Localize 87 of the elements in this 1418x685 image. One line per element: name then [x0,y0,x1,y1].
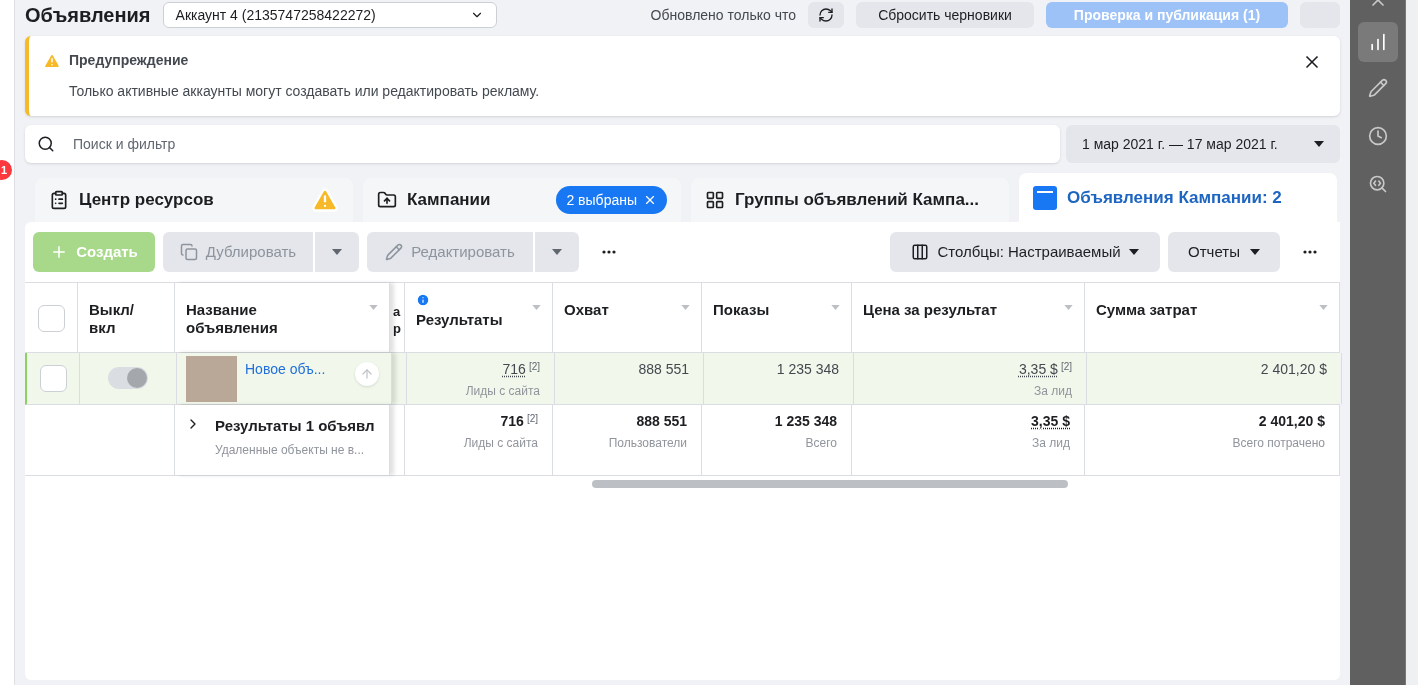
metric-value: 3,35 $ [1018,360,1058,379]
ad-name-link[interactable]: Новое объ... [245,356,326,380]
checkbox[interactable] [39,365,67,392]
search-bar[interactable]: Поиск и фильтр [25,125,1060,163]
tab[interactable]: Группы объявлений Кампа... [691,178,1009,222]
clipboard-icon [49,190,69,210]
sort-caret-icon [681,305,690,310]
ad-row[interactable]: Новое объ... 716 [2] Лиды с сайта 888 551 1 235 348 3,35 $ [2] За лид 2 401,20 $ [25,353,1340,405]
sort-caret-icon [1064,305,1073,310]
footnote-mark: [2] [1060,360,1072,374]
boost-button[interactable] [355,362,379,386]
columns-icon [911,243,930,261]
column-header[interactable]: Показы [713,299,770,319]
caret-icon [552,249,562,255]
metric-label: Пользователи [608,435,687,452]
columns-dropdown[interactable]: Столбцы: Настраиваемый [890,232,1160,272]
photo-placeholder [186,356,237,402]
edit-menu-button[interactable] [535,232,579,272]
search-chart-icon[interactable] [1367,174,1388,194]
metric-value: 716 [500,412,524,431]
metric-value: 716 [502,360,526,379]
search-field[interactable]: Поиск и фильтр [73,133,1048,155]
alert-message: Только активные аккаунты могут создавать или редактировать рекламу. [69,82,541,101]
column-header: а р [392,303,401,337]
tab-label: Группы объявлений Кампа... [735,189,979,212]
page-title: Объявления [25,3,151,28]
tab-label: Объявления Кампании: 2 [1067,186,1282,209]
summary-title: Результаты 1 объявл [215,416,375,436]
sort-caret-icon [369,305,378,310]
sort-caret-icon [831,305,840,310]
summary-subtitle: Удаленные объекты не в... [215,441,366,459]
column-header[interactable]: Охват [564,299,609,319]
save-status: Обновлено только что [650,5,796,25]
refresh-icon [818,7,834,23]
tab-label: Кампании [407,189,491,212]
checkbox[interactable] [37,305,65,332]
alert-title: Предупреждение [69,51,189,70]
pencil-icon[interactable] [1367,78,1388,98]
tab[interactable]: Кампании 2 выбраны [363,178,681,222]
sort-caret-icon [1319,305,1328,310]
copy-icon [179,243,198,261]
metric-value: 888 551 [638,360,689,379]
account-dropdown[interactable]: Аккаунт 4 (2135747258422272) [162,2,497,28]
footnote-mark: [2] [528,360,540,374]
refresh-button[interactable] [808,2,844,28]
metric-label: За лид [1034,383,1072,400]
metric-value: 2 401,20 $ [1260,360,1327,379]
metric-value: 1 235 348 [776,360,839,379]
selection-chip[interactable]: 2 выбраны [556,186,667,214]
column-header[interactable]: Сумма затрат [1096,299,1198,319]
grid-icon [705,190,725,210]
metric-value: 1 235 348 [774,412,837,431]
insights-tab[interactable] [1357,22,1398,62]
pencil-icon [385,243,404,261]
more-icon [1303,250,1317,254]
caret-icon [1128,249,1139,255]
metric-value: 888 551 [636,412,687,431]
horizontal-scrollbar[interactable] [592,480,1068,488]
metric-label: Всего [805,435,837,452]
tab[interactable]: Объявления Кампании: 2 [1019,173,1337,222]
duplicate-menu-button[interactable] [315,232,359,272]
metric-label: Лиды с сайта [463,435,538,452]
tab[interactable]: Центр ресурсов [35,178,353,222]
search-icon [37,135,55,153]
metric-label: За лид [1032,435,1070,452]
column-header[interactable]: Результаты [416,309,503,329]
caret-icon [1314,141,1324,147]
metric-value: 3,35 $ [1031,412,1070,431]
notification-badge: 1 [0,160,12,180]
ad-window-icon [1033,185,1057,210]
date-range-picker[interactable]: 1 мар 2021 г. — 17 мар 2021 г. [1066,125,1340,163]
column-header[interactable]: Выкл/ вкл [89,299,149,337]
metric-value: 2 401,20 $ [1258,412,1325,431]
discard-button[interactable]: Сбросить черновики [856,2,1034,28]
caret-icon [1249,249,1260,255]
caret-icon [332,249,342,255]
folder-icon [377,190,397,210]
column-header[interactable]: Название объявления [186,299,326,337]
more-icon [602,250,616,254]
metric-label: Всего потрачено [1232,435,1325,452]
clock-icon[interactable] [1367,126,1388,146]
footnote-mark: [2] [526,412,538,426]
reports-dropdown[interactable]: Отчеты [1168,232,1280,272]
tab-label: Центр ресурсов [79,189,214,212]
metric-label: Лиды с сайта [465,383,540,400]
column-header[interactable]: Цена за результат [863,299,998,319]
sort-caret-icon [532,305,541,310]
